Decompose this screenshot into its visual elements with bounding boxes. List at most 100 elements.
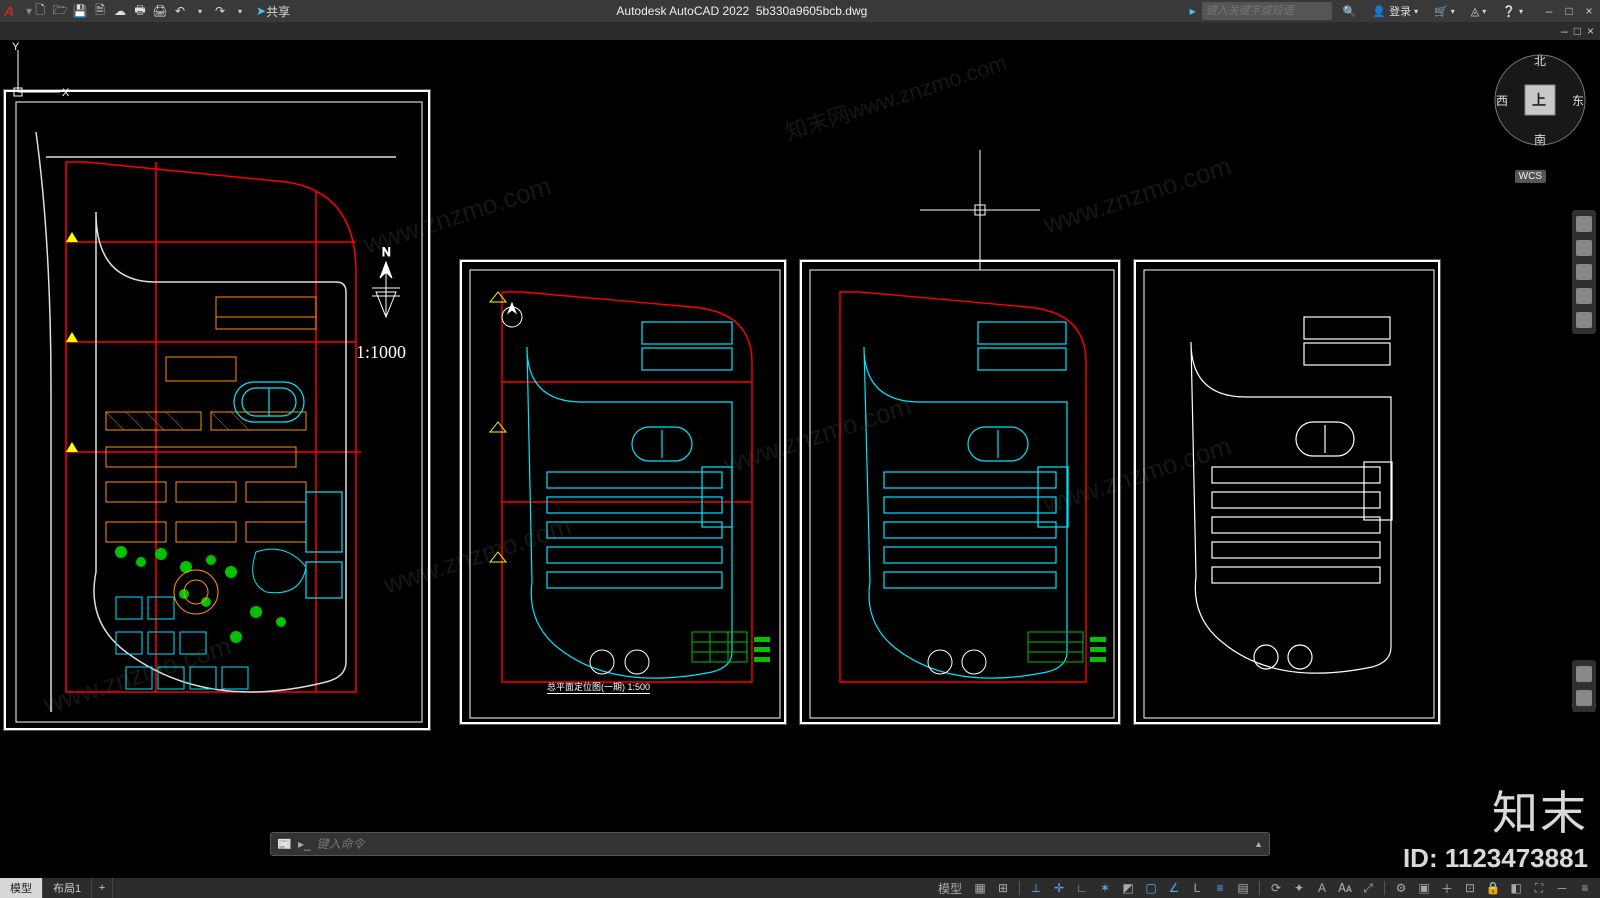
undo-icon[interactable]: ↶ xyxy=(172,3,188,19)
doc-minimize-button[interactable]: – xyxy=(1561,24,1568,38)
viewcube-top[interactable]: 上 xyxy=(1532,90,1546,110)
doc-close-button[interactable]: × xyxy=(1587,24,1594,38)
view-cube[interactable]: 北 南 西 东 上 xyxy=(1490,50,1590,150)
navigation-bar-2 xyxy=(1572,660,1596,712)
wcs-label[interactable]: WCS xyxy=(1515,170,1546,183)
search-button[interactable]: 🔍 xyxy=(1338,2,1362,20)
svg-text:Y: Y xyxy=(12,41,20,53)
watermark-brand: 知末 xyxy=(1403,777,1588,843)
tab-model[interactable]: 模型 xyxy=(0,878,43,898)
doc-maximize-button[interactable]: □ xyxy=(1574,24,1581,38)
tab-add[interactable]: + xyxy=(92,878,113,898)
drawing-sheet-2: 总平面定位图(一期) 1:500 xyxy=(460,260,786,724)
lwt-icon[interactable]: ≡ xyxy=(1211,879,1229,897)
viewcube-east[interactable]: 东 xyxy=(1572,92,1584,109)
window-title: Autodesk AutoCAD 2022 5b330a9605bcb.dwg xyxy=(294,4,1190,18)
3dosnap-icon[interactable]: ✦ xyxy=(1290,879,1308,897)
ann-vis-icon[interactable]: Α xyxy=(1313,879,1331,897)
osnap-icon[interactable]: ▢ xyxy=(1142,879,1160,897)
cmd-prompt-icon: ▸_ xyxy=(298,837,311,851)
search-input[interactable] xyxy=(1202,2,1332,20)
lock-icon[interactable]: 🔒 xyxy=(1484,879,1502,897)
site-plan-3 xyxy=(802,262,1122,726)
watermark-diag: 知末网www.znzmo.com xyxy=(781,45,1011,147)
isolate-icon[interactable]: ◧ xyxy=(1507,879,1525,897)
customize-icon[interactable]: ≡ xyxy=(1576,879,1594,897)
title-bar-right: ▸ 🔍 👤 登录 ▾ 🛒 ▾ ◬ ▾ ❔ ▾ – □ × xyxy=(1190,2,1596,20)
viewcube-south[interactable]: 南 xyxy=(1534,131,1546,148)
command-line[interactable]: 📰 ▸_ ▲ xyxy=(270,832,1270,856)
viewcube-north[interactable]: 北 xyxy=(1534,52,1546,69)
drawing-canvas[interactable]: www.znzmo.com www.znzmo.com www.znzmo.co… xyxy=(0,40,1600,862)
cloud-icon[interactable]: ☁ xyxy=(112,3,128,19)
share-button[interactable]: ➤ 共享 xyxy=(252,3,294,19)
saveas-icon[interactable]: 🗎 xyxy=(92,3,108,19)
viewcube-west[interactable]: 西 xyxy=(1496,92,1508,109)
monitor-icon[interactable]: ▣ xyxy=(1415,879,1433,897)
ann-auto-icon[interactable]: 🗛 xyxy=(1336,879,1354,897)
workspace-icon[interactable]: ⚙ xyxy=(1392,879,1410,897)
app-switcher-icon[interactable]: ◬ ▾ xyxy=(1466,2,1491,20)
cart-icon[interactable]: 🛒 ▾ xyxy=(1429,2,1460,20)
tab-layout1[interactable]: 布局1 xyxy=(43,878,92,898)
nav2-icon[interactable] xyxy=(1576,690,1592,706)
login-button[interactable]: 👤 登录 ▾ xyxy=(1367,2,1423,20)
window-buttons: – □ × xyxy=(1542,4,1596,18)
svg-text:N: N xyxy=(382,245,391,259)
polar-icon[interactable]: ✶ xyxy=(1096,879,1114,897)
nav-showmotion-icon[interactable] xyxy=(1576,312,1592,328)
ducs-icon[interactable]: L xyxy=(1188,879,1206,897)
ortho-icon[interactable]: ∟ xyxy=(1073,879,1091,897)
status-bar-right: 模型 ▦ ⊞ ⊥ ✛ ∟ ✶ ◩ ▢ ∠ L ≡ ▤ ⟳ ✦ Α 🗛 ⤢ ⚙ ▣… xyxy=(934,879,1600,897)
redo-icon[interactable]: ↷ xyxy=(212,3,228,19)
document-bar: – □ × xyxy=(0,22,1600,40)
otrack-icon[interactable]: ∠ xyxy=(1165,879,1183,897)
cmd-history-icon[interactable]: 📰 xyxy=(277,837,292,851)
maximize-button[interactable]: □ xyxy=(1562,4,1576,18)
help-icon[interactable]: ❔ ▾ xyxy=(1497,2,1528,20)
iso-icon[interactable]: ◩ xyxy=(1119,879,1137,897)
infer-icon[interactable]: ⊥ xyxy=(1027,879,1045,897)
close-button[interactable]: × xyxy=(1582,4,1596,18)
qprops-icon[interactable]: ⊡ xyxy=(1461,879,1479,897)
app-logo-icon[interactable]: A xyxy=(4,3,20,19)
navigation-bar xyxy=(1572,210,1596,334)
print-icon[interactable]: 🖨 xyxy=(152,3,168,19)
hw-icon[interactable]: ⛶ xyxy=(1530,879,1548,897)
redo-drop-icon[interactable]: ▾ xyxy=(232,3,248,19)
watermark-overlay: 知末 ID: 1123473881 xyxy=(1403,777,1588,874)
minimize-button[interactable]: – xyxy=(1542,4,1556,18)
drawing-sheet-4 xyxy=(1134,260,1440,724)
plot-icon[interactable]: 🖶 xyxy=(132,3,148,19)
undo-drop-icon[interactable]: ▾ xyxy=(192,3,208,19)
nav-pan-icon[interactable] xyxy=(1576,240,1592,256)
cycle-icon[interactable]: ⟳ xyxy=(1267,879,1285,897)
status-model-label[interactable]: 模型 xyxy=(934,879,966,897)
sheet-title: 总平面定位图(一期) 1:500 xyxy=(547,680,650,694)
site-plan-2 xyxy=(462,262,788,726)
dyn-icon[interactable]: ✛ xyxy=(1050,879,1068,897)
open-icon[interactable]: 🗁 xyxy=(52,3,68,19)
units-icon[interactable]: ＋ xyxy=(1438,879,1456,897)
trans-icon[interactable]: ▤ xyxy=(1234,879,1252,897)
ucs-icon: X Y xyxy=(10,40,70,100)
watermark-diag: www.znzmo.com xyxy=(1040,151,1235,241)
nav-zoom-icon[interactable] xyxy=(1576,264,1592,280)
command-input[interactable] xyxy=(317,837,1248,851)
title-bar: A ▾ 🗋 🗁 💾 🗎 ☁ 🖶 🖨 ↶ ▾ ↷ ▾ ➤ 共享 Autodesk … xyxy=(0,0,1600,22)
quick-access-toolbar: 🗋 🗁 💾 🗎 ☁ 🖶 🖨 ↶ ▾ ↷ ▾ ➤ 共享 xyxy=(32,3,294,19)
new-icon[interactable]: 🗋 xyxy=(32,3,48,19)
cmd-drop-icon[interactable]: ▲ xyxy=(1254,839,1263,849)
nav2-icon[interactable] xyxy=(1576,666,1592,682)
status-bar: 模型 布局1 + 模型 ▦ ⊞ ⊥ ✛ ∟ ✶ ◩ ▢ ∠ L ≡ ▤ ⟳ ✦ … xyxy=(0,878,1600,898)
nav-orbit-icon[interactable] xyxy=(1576,288,1592,304)
clean-icon[interactable]: － xyxy=(1553,879,1571,897)
scale-label: 1:1000 xyxy=(356,342,406,363)
crosshair-cursor xyxy=(920,150,1040,270)
snap-icon[interactable]: ⊞ xyxy=(994,879,1012,897)
ann-scale-icon[interactable]: ⤢ xyxy=(1359,879,1377,897)
save-icon[interactable]: 💾 xyxy=(72,3,88,19)
site-plan-4 xyxy=(1136,262,1442,726)
grid-icon[interactable]: ▦ xyxy=(971,879,989,897)
nav-wheel-icon[interactable] xyxy=(1576,216,1592,232)
